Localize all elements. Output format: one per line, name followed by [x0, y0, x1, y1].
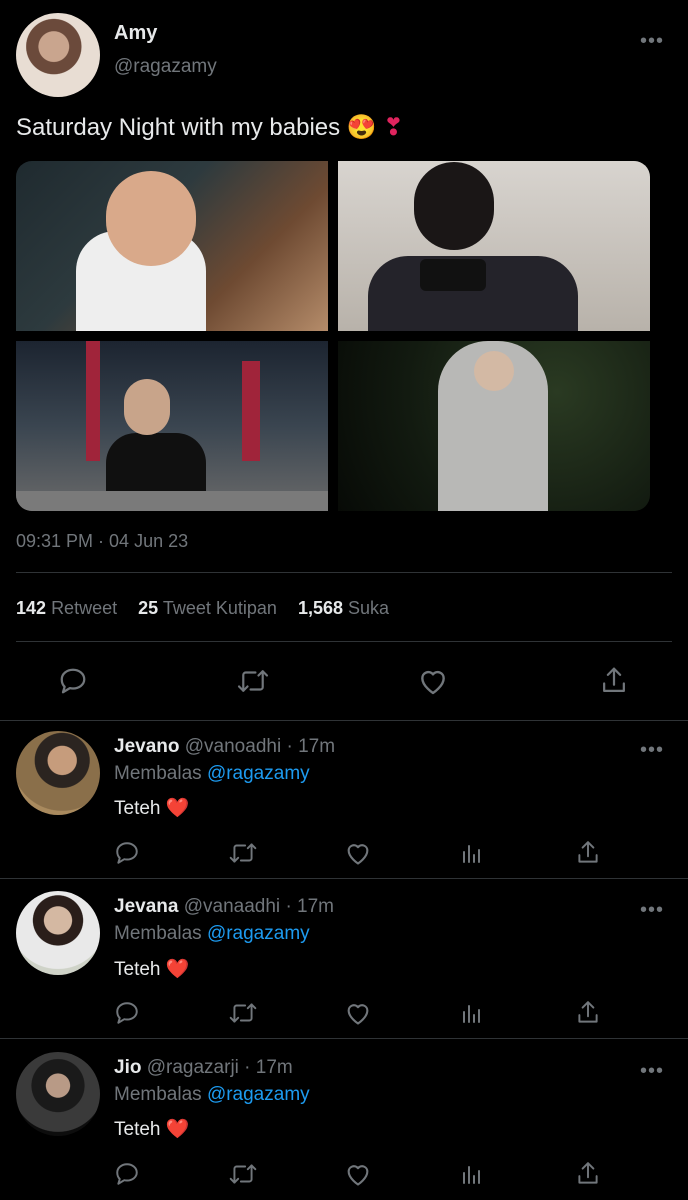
retweet-icon[interactable] — [228, 1161, 258, 1187]
author-avatar[interactable] — [16, 13, 100, 97]
retweet-icon[interactable] — [228, 840, 258, 866]
reply-header: Jio @ragazarji · 17m — [114, 1057, 293, 1079]
reply-handle[interactable]: @vanaadhi — [184, 896, 280, 917]
share-icon[interactable] — [575, 839, 601, 867]
tweet-text-line: Saturday Night with my babies 😍 ❣ — [16, 113, 404, 142]
more-options-icon[interactable]: ••• — [640, 31, 664, 51]
replying-prefix: Membalas — [114, 923, 202, 944]
more-options-icon[interactable]: ••• — [640, 1061, 664, 1081]
like-icon[interactable] — [344, 1161, 372, 1187]
replying-to-line: Membalas @ragazamy — [114, 1084, 310, 1106]
divider — [0, 720, 688, 721]
quotes-label: Tweet Kutipan — [162, 598, 277, 618]
replying-prefix: Membalas — [114, 763, 202, 784]
views-icon[interactable] — [460, 1161, 484, 1187]
retweet-icon[interactable] — [228, 1000, 258, 1026]
reply-text: Teteh — [114, 798, 161, 819]
reply-name[interactable]: Jevana — [114, 896, 178, 917]
tweet-timestamp[interactable]: 09:31 PM · 04 Jun 23 — [16, 531, 188, 552]
reply-text: Teteh — [114, 1119, 161, 1140]
replying-to-line: Membalas @ragazamy — [114, 923, 310, 945]
retweets-label: Retweet — [51, 598, 118, 618]
reply-avatar[interactable] — [16, 1052, 100, 1136]
red-heart-emoji: ❤️ — [165, 1119, 190, 1140]
reply-header: Jevano @vanoadhi · 17m — [114, 736, 335, 758]
retweets-stat[interactable]: 142 Retweet — [16, 598, 122, 618]
author-handle[interactable]: @ragazamy — [114, 56, 217, 78]
reply-time[interactable]: · 17m — [286, 736, 335, 757]
divider — [16, 572, 672, 573]
reply-icon[interactable] — [114, 1161, 140, 1187]
reply-avatar[interactable] — [16, 891, 100, 975]
replying-to-line: Membalas @ragazamy — [114, 763, 310, 785]
red-heart-emoji: ❤️ — [165, 959, 190, 980]
reply-time[interactable]: · 17m — [244, 1057, 293, 1078]
reply-handle[interactable]: @ragazarji — [147, 1057, 239, 1078]
like-icon[interactable] — [344, 840, 372, 866]
more-options-icon[interactable]: ••• — [640, 740, 664, 760]
reply-icon[interactable] — [114, 1000, 140, 1026]
tweet-text: Saturday Night with my babies — [16, 114, 341, 141]
reply-name[interactable]: Jio — [114, 1057, 141, 1078]
replying-to-link[interactable]: @ragazamy — [207, 1084, 310, 1105]
views-icon[interactable] — [460, 840, 484, 866]
reply-name[interactable]: Jevano — [114, 736, 179, 757]
divider — [0, 1038, 688, 1039]
reply-text: Teteh — [114, 959, 161, 980]
replying-to-link[interactable]: @ragazamy — [207, 763, 310, 784]
views-icon[interactable] — [460, 1000, 484, 1026]
reply-time[interactable]: · 17m — [285, 896, 334, 917]
likes-stat[interactable]: 1,568 Suka — [298, 598, 389, 618]
reply-text-line: Teteh ❤️ — [114, 796, 189, 820]
photo-3[interactable] — [16, 341, 328, 511]
divider — [16, 641, 672, 642]
reply-header: Jevana @vanaadhi · 17m — [114, 896, 334, 918]
heart-eyes-emoji: 😍 — [346, 114, 377, 141]
likes-label: Suka — [348, 598, 390, 618]
share-icon[interactable] — [599, 665, 629, 697]
replying-to-link[interactable]: @ragazamy — [207, 923, 310, 944]
reply-avatar[interactable] — [16, 731, 100, 815]
divider — [0, 878, 688, 879]
share-icon[interactable] — [575, 999, 601, 1027]
like-icon[interactable] — [344, 1000, 372, 1026]
quotes-stat[interactable]: 25 Tweet Kutipan — [138, 598, 282, 618]
share-icon[interactable] — [575, 1160, 601, 1188]
author-name[interactable]: Amy — [114, 22, 157, 45]
retweet-icon[interactable] — [236, 666, 270, 696]
red-heart-emoji: ❤️ — [165, 798, 190, 819]
quotes-count: 25 — [138, 598, 159, 618]
photo-grid — [16, 161, 650, 511]
more-options-icon[interactable]: ••• — [640, 900, 664, 920]
heart-exclamation-emoji: ❣ — [383, 114, 404, 141]
reply-text-line: Teteh ❤️ — [114, 957, 189, 981]
like-icon[interactable] — [417, 666, 449, 696]
photo-2[interactable] — [338, 161, 650, 331]
retweets-count: 142 — [16, 598, 47, 618]
stats-row: 142 Retweet 25 Tweet Kutipan 1,568 Suka — [16, 598, 389, 619]
photo-4[interactable] — [338, 341, 650, 511]
replying-prefix: Membalas — [114, 1084, 202, 1105]
reply-handle[interactable]: @vanoadhi — [185, 736, 281, 757]
photo-1[interactable] — [16, 161, 328, 331]
reply-icon[interactable] — [114, 840, 140, 866]
reply-icon[interactable] — [58, 666, 88, 696]
reply-text-line: Teteh ❤️ — [114, 1117, 189, 1141]
likes-count: 1,568 — [297, 598, 343, 618]
